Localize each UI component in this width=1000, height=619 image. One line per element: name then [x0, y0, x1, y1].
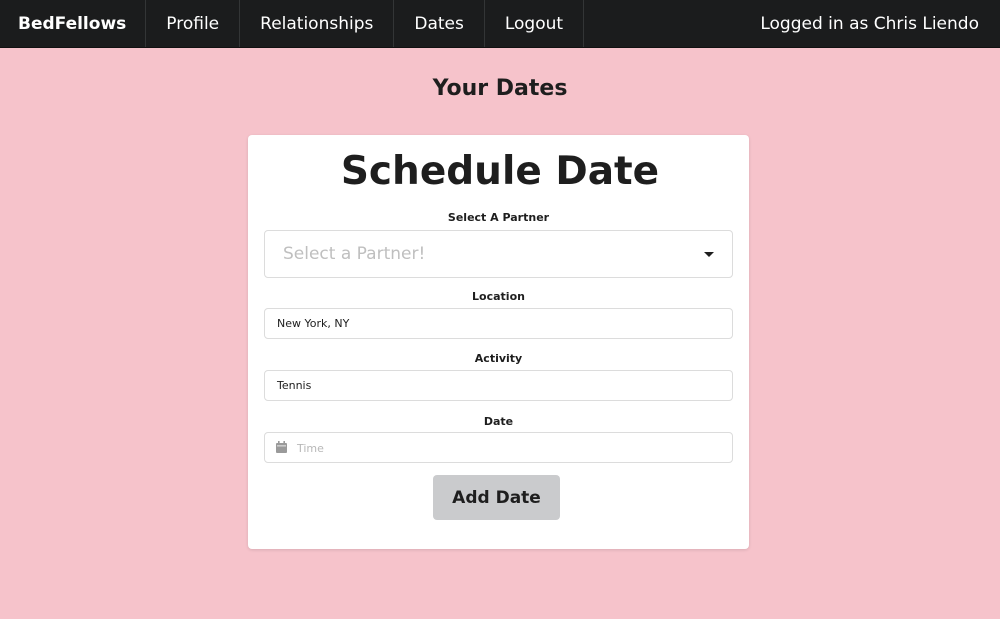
caret-down-icon: [704, 252, 714, 257]
top-navbar: BedFellows Profile Relationships Dates L…: [0, 0, 1000, 48]
form-title: Schedule Date: [340, 149, 660, 194]
nav-item-relationships[interactable]: Relationships: [240, 0, 395, 47]
date-input[interactable]: Time: [264, 432, 733, 463]
partner-label: Select A Partner: [447, 211, 550, 224]
nav-item-dates[interactable]: Dates: [394, 0, 485, 47]
partner-select-placeholder: Select a Partner!: [283, 244, 426, 264]
user-status: Logged in as Chris Liendo: [760, 13, 979, 34]
calendar-icon: [276, 441, 287, 453]
activity-value: Tennis: [277, 379, 312, 392]
location-value: New York, NY: [277, 317, 350, 330]
activity-label: Activity: [474, 352, 523, 365]
date-placeholder: Time: [297, 442, 324, 455]
activity-input[interactable]: Tennis: [264, 370, 733, 401]
nav-item-profile[interactable]: Profile: [146, 0, 241, 47]
brand-logo[interactable]: BedFellows: [0, 0, 147, 47]
location-input[interactable]: New York, NY: [264, 308, 733, 339]
partner-select[interactable]: Select a Partner!: [264, 230, 733, 278]
page-title: Your Dates: [432, 76, 568, 101]
location-label: Location: [472, 290, 525, 303]
add-date-button[interactable]: Add Date: [433, 475, 560, 520]
nav-item-logout[interactable]: Logout: [485, 0, 585, 47]
date-label: Date: [483, 415, 514, 428]
